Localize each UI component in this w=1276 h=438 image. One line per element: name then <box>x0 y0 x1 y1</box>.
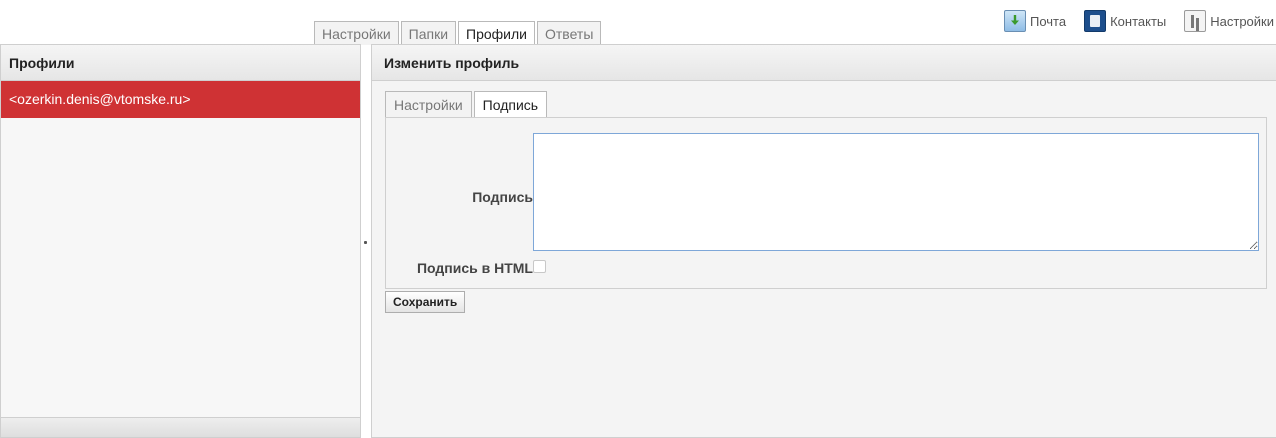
list-item[interactable]: <ozerkin.denis@vtomske.ru> <box>1 81 360 118</box>
taskbar: Почта Контакты Настройки <box>986 8 1274 34</box>
contacts-link[interactable]: Контакты <box>1084 10 1166 32</box>
settings-label: Настройки <box>1210 13 1274 29</box>
html-signature-label: Подпись в HTML <box>416 260 533 276</box>
save-button[interactable]: Сохранить <box>385 291 466 313</box>
tab-identity-settings[interactable]: Настройки <box>385 91 472 117</box>
tab-responses[interactable]: Ответы <box>537 21 602 45</box>
signature-textarea[interactable] <box>533 133 1259 251</box>
tab-signature[interactable]: Подпись <box>473 91 548 118</box>
splitter-grip-icon <box>364 241 367 244</box>
mail-icon <box>1003 10 1026 32</box>
profiles-panel-footer <box>1 417 360 437</box>
profiles-panel: Профили <ozerkin.denis@vtomske.ru> <box>0 44 361 438</box>
contacts-label: Контакты <box>1110 13 1167 29</box>
signature-label: Подпись <box>472 189 533 205</box>
contacts-icon <box>1084 10 1107 32</box>
edit-profile-tabs: Настройки Подпись <box>385 91 549 118</box>
html-signature-checkbox[interactable] <box>533 260 546 273</box>
edit-profile-title: Изменить профиль <box>372 45 1276 81</box>
settings-link[interactable]: Настройки <box>1184 10 1274 32</box>
main-tabs: Настройки Папки Профили Ответы <box>314 21 603 46</box>
profiles-panel-title: Профили <box>1 45 360 81</box>
panel-splitter[interactable] <box>361 44 371 438</box>
tab-folders[interactable]: Папки <box>400 21 457 45</box>
settings-icon <box>1184 10 1207 32</box>
tab-profiles[interactable]: Профили <box>458 21 535 46</box>
signature-form: Подпись Подпись в HTML <box>385 117 1267 289</box>
tab-settings[interactable]: Настройки <box>314 21 399 45</box>
mail-link[interactable]: Почта <box>1003 10 1067 32</box>
edit-profile-panel: Изменить профиль Настройки Подпись Подпи… <box>371 44 1276 438</box>
mail-label: Почта <box>1029 13 1067 29</box>
